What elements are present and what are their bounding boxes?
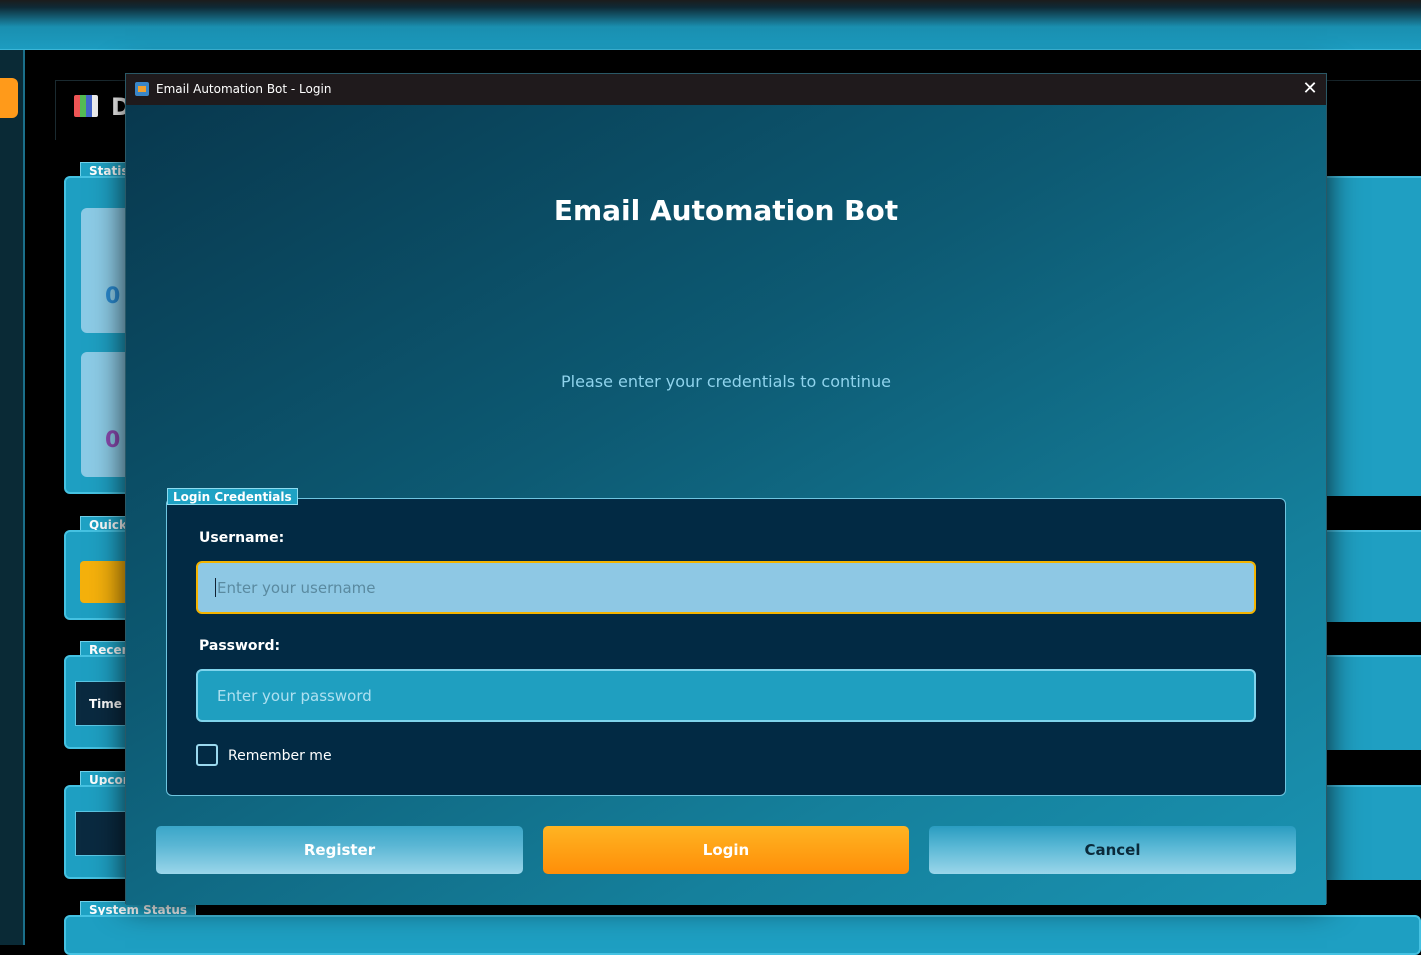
right-panel-slice [1326, 530, 1421, 622]
remember-me-label[interactable]: Remember me [228, 748, 332, 764]
system-status-panel [64, 915, 1421, 955]
text-caret [215, 578, 216, 597]
upcoming-table [75, 811, 130, 856]
login-credentials-legend: Login Credentials [167, 488, 298, 505]
close-icon[interactable]: ✕ [1294, 74, 1326, 105]
remember-me-checkbox[interactable] [196, 744, 218, 766]
cancel-button[interactable]: Cancel [929, 826, 1296, 874]
active-nav-indicator[interactable] [0, 78, 18, 118]
left-nav-rail [0, 50, 25, 945]
app-heading: Email Automation Bot [553, 194, 899, 227]
stat-card [81, 208, 131, 333]
username-input[interactable] [196, 561, 1256, 614]
dashboard-logo-icon [74, 95, 98, 117]
app-top-bar [0, 0, 1421, 50]
login-button[interactable]: Login [543, 826, 909, 874]
subheading: Please enter your credentials to continu… [561, 372, 891, 391]
dialog-titlebar[interactable]: Email Automation Bot - Login ✕ [126, 74, 1326, 105]
password-label: Password: [199, 638, 281, 654]
stat-card [81, 352, 131, 477]
username-label: Username: [199, 530, 285, 546]
right-panel-slice [1326, 785, 1421, 880]
register-button[interactable]: Register [156, 826, 523, 874]
login-credentials-group [166, 498, 1286, 796]
right-panel-slice [1326, 655, 1421, 750]
table-header-time: Time [75, 681, 130, 726]
app-icon [135, 82, 149, 96]
window-title: Email Automation Bot - Login [156, 82, 332, 96]
quick-action-button[interactable] [80, 561, 130, 603]
stat-value: 0 [105, 284, 121, 309]
right-panel-slice [1326, 176, 1421, 496]
stat-value: 0 [105, 428, 121, 453]
password-input[interactable] [196, 669, 1256, 722]
